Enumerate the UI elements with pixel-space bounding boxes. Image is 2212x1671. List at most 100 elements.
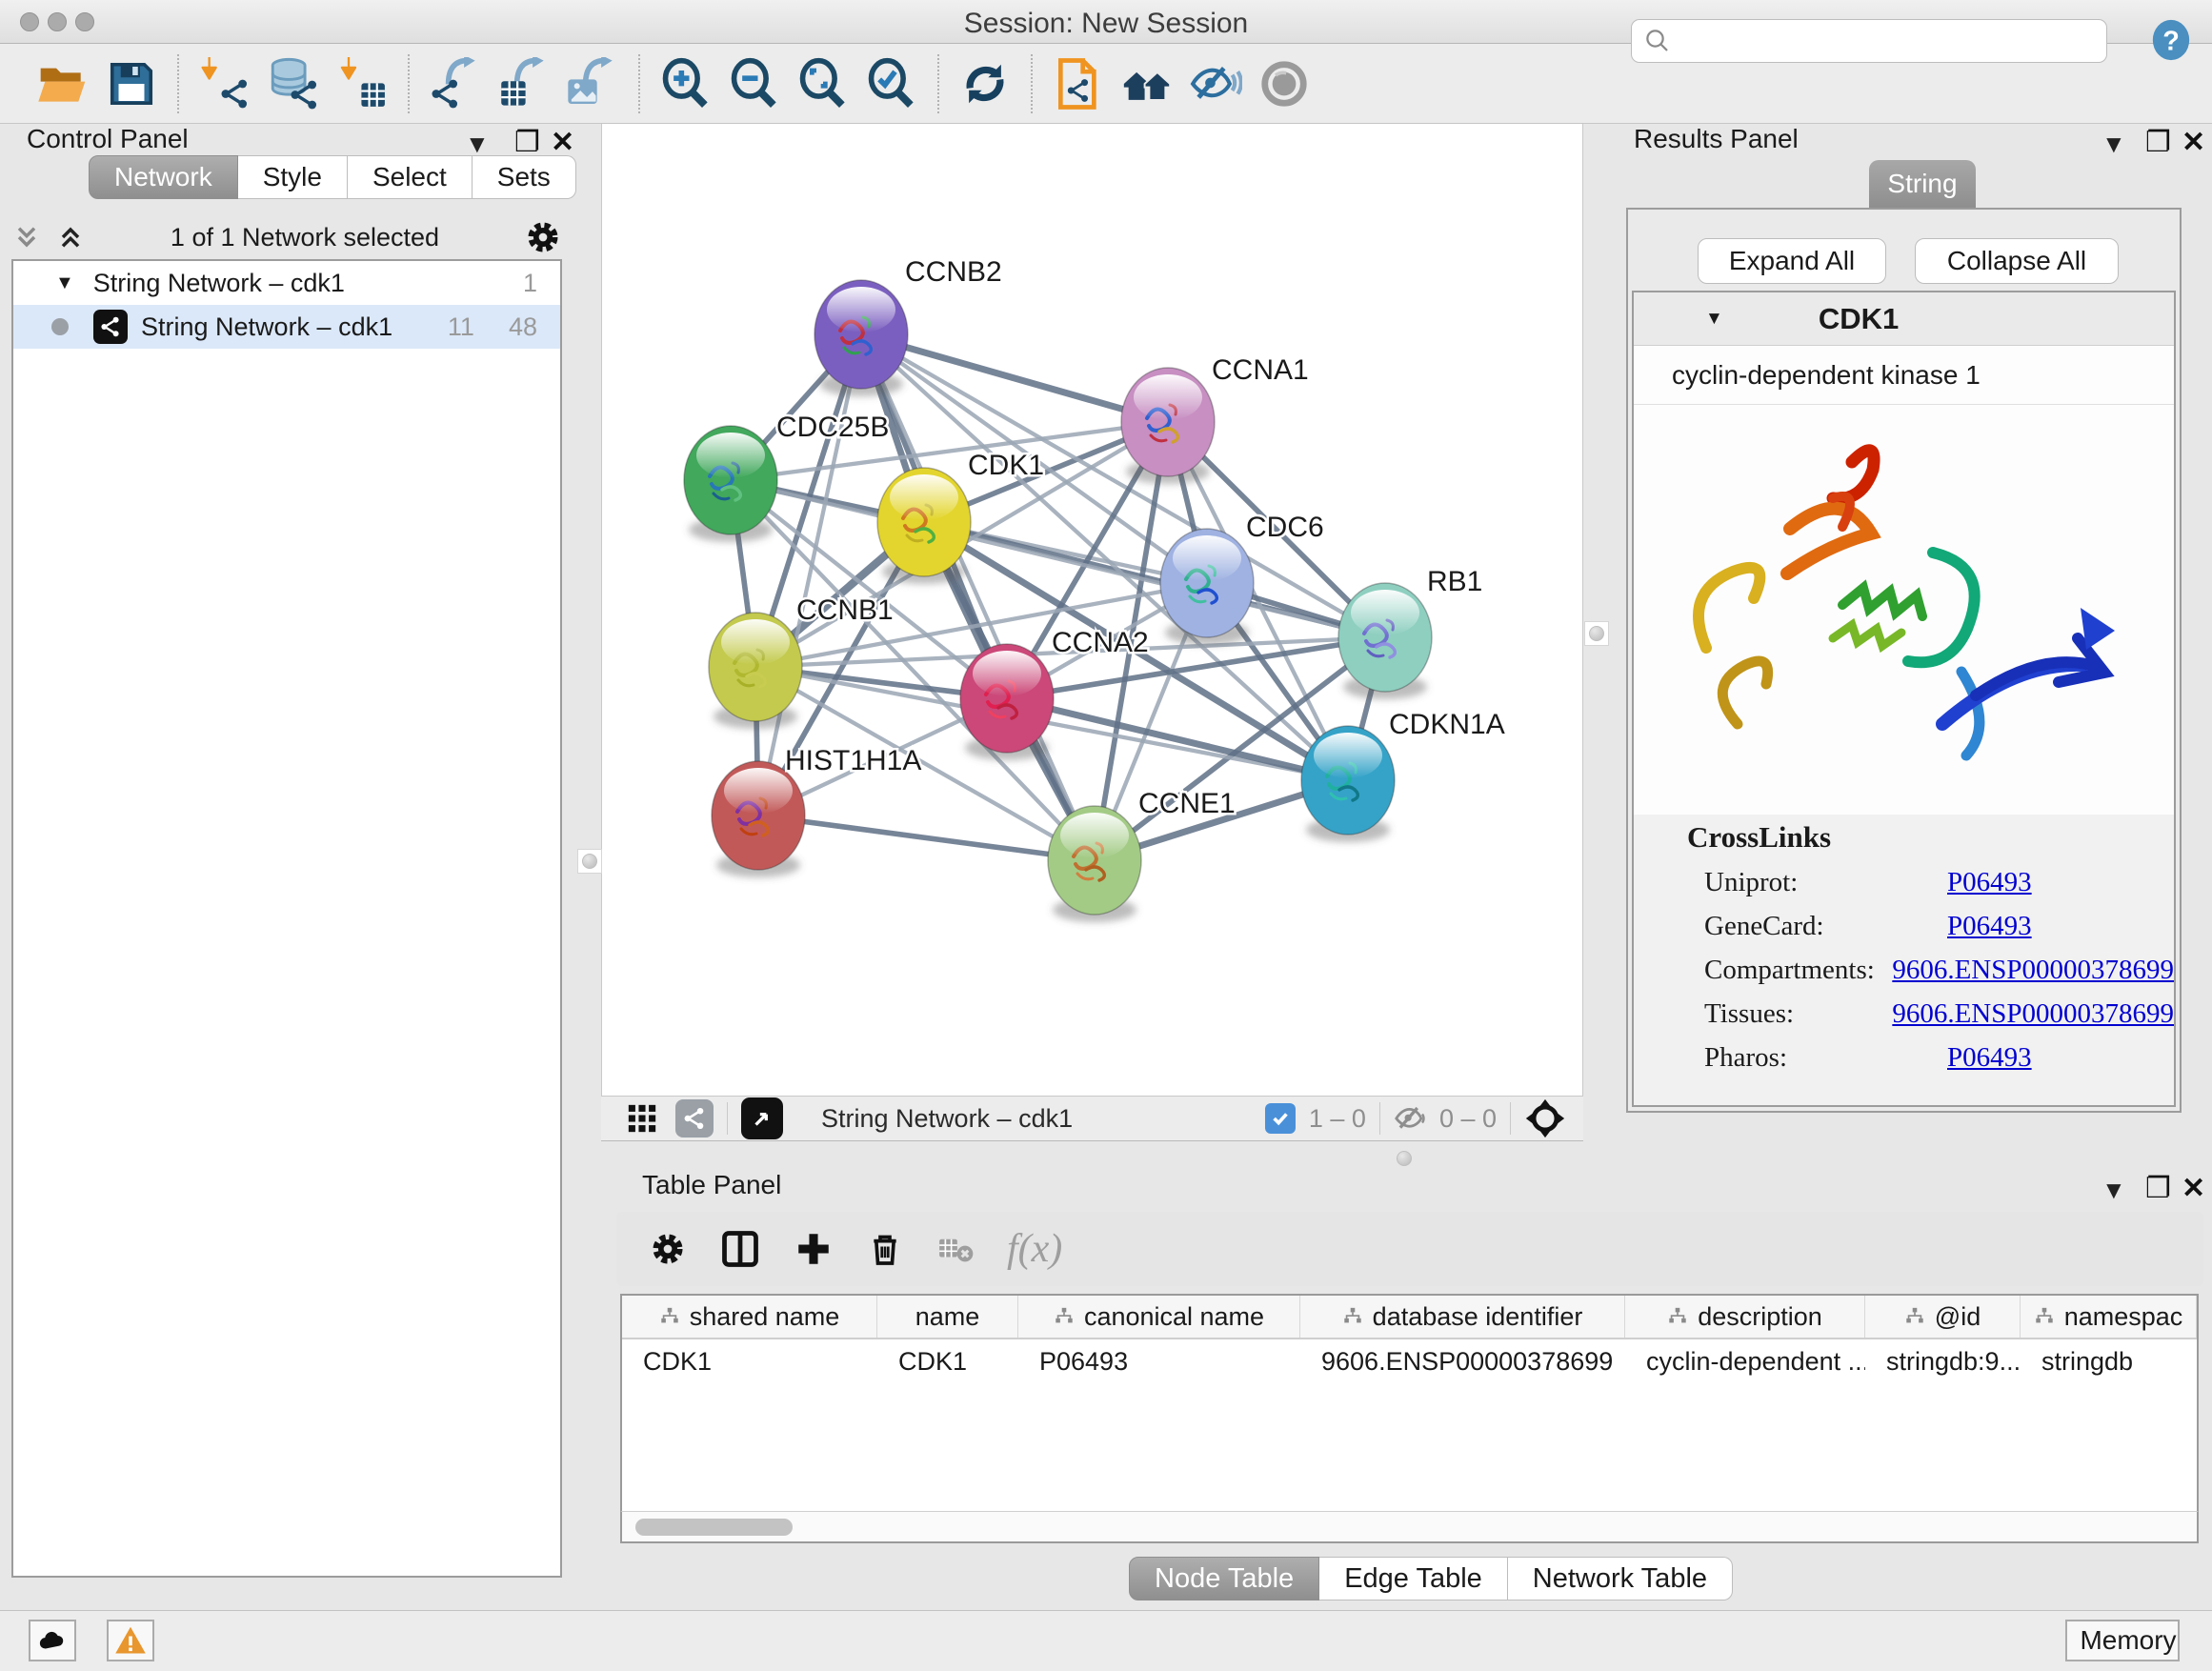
tab-style[interactable]: Style xyxy=(238,155,348,199)
table-cell[interactable]: cyclin-dependent ... xyxy=(1625,1339,1865,1383)
right-splitter-handle[interactable] xyxy=(1584,621,1609,646)
network-edge[interactable] xyxy=(861,334,1095,860)
collapse-all-chevron-icon[interactable] xyxy=(11,222,42,252)
column-header-canonical-name[interactable]: canonical name xyxy=(1018,1296,1300,1338)
tab-network-table[interactable]: Network Table xyxy=(1508,1557,1733,1601)
homes-icon xyxy=(1119,56,1175,111)
detach-view-button[interactable] xyxy=(741,1097,783,1139)
network-node-cdkn1a[interactable]: CDKN1A xyxy=(1301,709,1505,842)
delete-table-button[interactable] xyxy=(936,1230,975,1268)
table-panel-menu-icon[interactable]: ▼ xyxy=(2101,1176,2126,1205)
network-node-ccna1[interactable]: CCNA1 xyxy=(1121,354,1309,484)
export-network-button[interactable] xyxy=(428,56,483,111)
network-row-selected[interactable]: String Network – cdk1 11 48 xyxy=(13,305,560,349)
cloud-status-button[interactable] xyxy=(29,1620,76,1661)
table-cell[interactable]: P06493 xyxy=(1018,1339,1300,1383)
column-header-namespac[interactable]: namespac xyxy=(2021,1296,2197,1338)
gear-icon[interactable] xyxy=(524,218,562,256)
section-collapse-triangle-icon[interactable]: ▼ xyxy=(1705,309,1723,330)
crosslink-link[interactable]: P06493 xyxy=(1947,911,2032,942)
network-from-file-button[interactable] xyxy=(1051,56,1106,111)
network-node-cdc6[interactable]: CDC6 xyxy=(1160,512,1324,645)
network-canvas[interactable]: CCNB2CCNA1CDC25BCDK1CDC6RB1CCNB1CCNA2CDK… xyxy=(601,124,1583,1096)
save-session-button[interactable] xyxy=(104,56,159,111)
function-builder-button[interactable]: f(x) xyxy=(1007,1226,1062,1272)
network-graph[interactable]: CCNB2CCNA1CDC25BCDK1CDC6RB1CCNB1CCNA2CDK… xyxy=(602,124,1584,1096)
crosslink-link[interactable]: 9606.ENSP00000378699 xyxy=(1892,998,2174,1030)
show-all-button[interactable] xyxy=(1257,56,1312,111)
crosslink-link[interactable]: 9606.ENSP00000378699 xyxy=(1892,955,2174,986)
import-table-button[interactable] xyxy=(334,56,390,111)
network-edge[interactable] xyxy=(758,334,861,815)
network-node-cdk1[interactable]: CDK1 xyxy=(877,450,1044,584)
network-node-ccne1[interactable]: CCNE1 xyxy=(1048,788,1236,922)
control-panel-float-icon[interactable]: ❐ xyxy=(514,126,540,159)
table-cell[interactable]: stringdb:9... xyxy=(1865,1339,2021,1383)
open-session-button[interactable] xyxy=(35,56,90,111)
table-settings-button[interactable] xyxy=(649,1230,687,1268)
table-cell[interactable]: CDK1 xyxy=(877,1339,1018,1383)
help-button[interactable]: ? xyxy=(2149,18,2193,62)
refresh-button[interactable] xyxy=(957,56,1013,111)
table-cell[interactable]: CDK1 xyxy=(622,1339,877,1383)
zoom-out-button[interactable] xyxy=(727,56,782,111)
memory-button[interactable]: Memory xyxy=(2065,1620,2180,1661)
column-header-description[interactable]: description xyxy=(1625,1296,1865,1338)
expand-all-button[interactable]: Expand All xyxy=(1698,238,1886,284)
warnings-button[interactable] xyxy=(107,1620,154,1661)
table-panel-close-icon[interactable]: ✕ xyxy=(2182,1172,2205,1205)
table-hscrollbar[interactable] xyxy=(620,1511,2199,1543)
tab-node-table[interactable]: Node Table xyxy=(1129,1557,1319,1601)
column-header--id[interactable]: @id xyxy=(1865,1296,2021,1338)
network-node-rb1[interactable]: RB1 xyxy=(1338,566,1482,699)
tab-string[interactable]: String xyxy=(1869,160,1976,208)
birdseye-crosshair-icon[interactable] xyxy=(1524,1097,1566,1139)
cloud-icon xyxy=(36,1624,69,1657)
delete-column-button[interactable] xyxy=(866,1230,904,1268)
control-panel-close-icon[interactable]: ✕ xyxy=(551,126,574,159)
hide-selected-button[interactable] xyxy=(1188,56,1243,111)
results-panel-menu-icon[interactable]: ▼ xyxy=(2101,130,2126,159)
tab-network[interactable]: Network xyxy=(89,155,238,199)
network-view-toolbar: String Network – cdk1 1 – 0 0 – 0 xyxy=(601,1096,1583,1141)
zoom-selected-button[interactable] xyxy=(864,56,919,111)
zoom-fit-button[interactable] xyxy=(795,56,851,111)
crosslink-link[interactable]: P06493 xyxy=(1947,1042,2032,1074)
network-collection-row[interactable]: ▼ String Network – cdk1 1 xyxy=(13,261,560,305)
network-node-hist1h1a[interactable]: HIST1H1A xyxy=(712,745,921,877)
gene-card-header[interactable]: ▼ CDK1 xyxy=(1634,292,2174,346)
import-network-button[interactable] xyxy=(197,56,252,111)
import-network-from-database-button[interactable] xyxy=(266,56,321,111)
tab-sets[interactable]: Sets xyxy=(473,155,576,199)
table-cell[interactable]: stringdb xyxy=(2021,1339,2197,1383)
collapse-triangle-icon[interactable]: ▼ xyxy=(55,272,74,294)
collapse-all-button[interactable]: Collapse All xyxy=(1915,238,2119,284)
results-panel-close-icon[interactable]: ✕ xyxy=(2182,126,2205,159)
zoom-in-button[interactable] xyxy=(658,56,714,111)
search-input[interactable] xyxy=(1681,27,2106,56)
table-row[interactable]: CDK1CDK1P064939606.ENSP00000378699cyclin… xyxy=(622,1339,2197,1383)
expand-all-chevron-icon[interactable] xyxy=(55,222,86,252)
results-panel-float-icon[interactable]: ❐ xyxy=(2145,126,2171,159)
tab-select[interactable]: Select xyxy=(348,155,473,199)
left-splitter-handle[interactable] xyxy=(577,849,602,874)
homes-button[interactable] xyxy=(1119,56,1175,111)
bottom-splitter-handle[interactable] xyxy=(1392,1148,1417,1169)
show-columns-button[interactable] xyxy=(719,1228,761,1270)
create-column-button[interactable] xyxy=(794,1229,834,1269)
table-panel-float-icon[interactable]: ❐ xyxy=(2145,1172,2171,1205)
export-image-button[interactable] xyxy=(565,56,620,111)
grid-view-icon[interactable] xyxy=(626,1102,658,1135)
hscroll-thumb[interactable] xyxy=(635,1519,793,1536)
tab-edge-table[interactable]: Edge Table xyxy=(1319,1557,1508,1601)
column-header-database-identifier[interactable]: database identifier xyxy=(1300,1296,1625,1338)
network-view-icon[interactable] xyxy=(675,1099,714,1137)
column-header-shared-name[interactable]: shared name xyxy=(622,1296,877,1338)
table-cell[interactable]: 9606.ENSP00000378699 xyxy=(1300,1339,1625,1383)
selected-checkbox-icon[interactable] xyxy=(1265,1103,1296,1134)
column-header-name[interactable]: name xyxy=(877,1296,1018,1338)
toolbar-search[interactable] xyxy=(1631,19,2107,63)
export-table-button[interactable] xyxy=(496,56,552,111)
crosslink-link[interactable]: P06493 xyxy=(1947,867,2032,898)
network-edge[interactable] xyxy=(758,815,1095,860)
